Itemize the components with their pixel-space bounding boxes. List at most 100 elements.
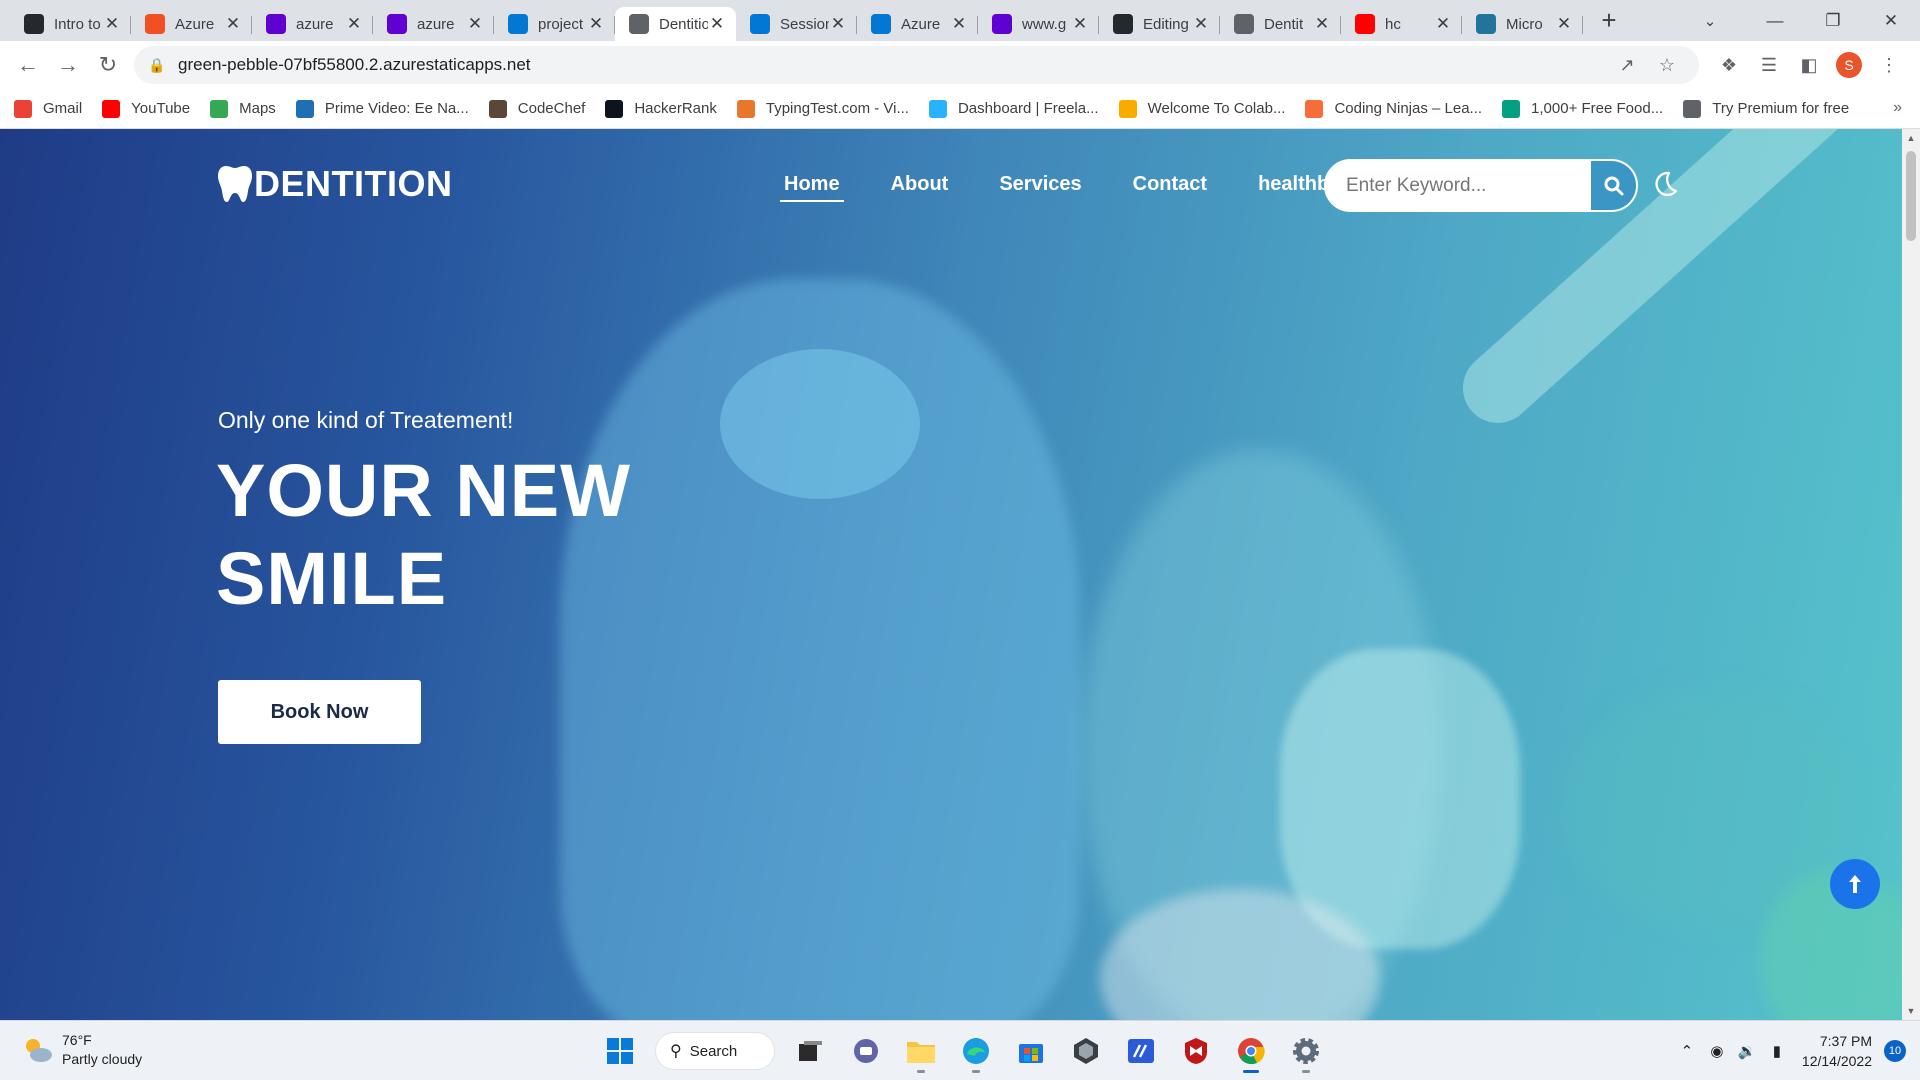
chrome-browser-icon[interactable]: [1227, 1029, 1275, 1073]
close-tab-icon[interactable]: ✕: [224, 14, 242, 34]
bookmark-item[interactable]: YouTube: [102, 99, 190, 118]
teams-chat-icon[interactable]: [842, 1029, 890, 1073]
reload-icon[interactable]: ↻: [88, 45, 128, 85]
task-view-icon[interactable]: [787, 1029, 835, 1073]
github-icon: [1113, 14, 1133, 34]
wifi-icon[interactable]: ◉: [1702, 1042, 1732, 1060]
gmail-icon: [14, 99, 32, 118]
chevron-up-icon[interactable]: ⌃: [1672, 1042, 1702, 1060]
microsoft-store-icon[interactable]: [1007, 1029, 1055, 1073]
close-tab-icon[interactable]: ✕: [1313, 14, 1331, 34]
browser-tab[interactable]: azure ✕: [373, 7, 494, 41]
site-logo[interactable]: DENTITION: [218, 163, 453, 205]
scroll-to-top-button[interactable]: [1830, 859, 1880, 909]
browser-tab[interactable]: Dentition✕: [615, 7, 736, 41]
edge-browser-icon[interactable]: [952, 1029, 1000, 1073]
nav-link-contact[interactable]: Contact: [1125, 169, 1215, 202]
unity-hub-icon[interactable]: [1062, 1029, 1110, 1073]
site-search-button[interactable]: [1591, 161, 1636, 210]
bookmark-item[interactable]: Maps: [210, 99, 276, 118]
forward-icon[interactable]: →: [48, 45, 88, 85]
minimize-icon[interactable]: —: [1746, 0, 1804, 41]
close-tab-icon[interactable]: ✕: [1071, 14, 1089, 34]
volume-icon[interactable]: 🔉: [1732, 1042, 1762, 1060]
windows-taskbar: 76°F Partly cloudy ⚲ Search ⌃ ◉ 🔉 ▮ 7:37…: [0, 1020, 1920, 1080]
side-panel-icon[interactable]: ◧: [1789, 45, 1829, 85]
maps-icon: [210, 99, 229, 118]
browser-tab[interactable]: www.g ✕: [978, 7, 1099, 41]
browser-menu-icon[interactable]: ⋮: [1869, 45, 1909, 85]
browser-tab[interactable]: project ✕: [494, 7, 615, 41]
bookmark-item[interactable]: CodeChef: [488, 99, 585, 118]
bookmark-item[interactable]: Try Premium for free: [1683, 99, 1849, 118]
bookmark-item[interactable]: Gmail: [14, 99, 82, 118]
search-icon: [1604, 176, 1623, 195]
weather-widget[interactable]: 76°F Partly cloudy: [22, 1031, 142, 1069]
browser-tab[interactable]: Editing ✕: [1099, 7, 1220, 41]
media-controls-icon[interactable]: ☰: [1749, 45, 1789, 85]
close-tab-icon[interactable]: ✕: [103, 14, 121, 34]
browser-tab[interactable]: Micro ✕: [1462, 7, 1583, 41]
close-tab-icon[interactable]: ✕: [829, 14, 847, 34]
back-icon[interactable]: ←: [8, 45, 48, 85]
browser-tab[interactable]: Dentit ✕: [1220, 7, 1341, 41]
share-icon[interactable]: ↗: [1607, 55, 1647, 76]
close-tab-icon[interactable]: ✕: [1434, 14, 1452, 34]
address-bar[interactable]: 🔒 green-pebble-07bf55800.2.azurestaticap…: [134, 46, 1699, 84]
url-text[interactable]: green-pebble-07bf55800.2.azurestaticapps…: [172, 55, 1607, 75]
bookmark-item[interactable]: Coding Ninjas – Lea...: [1305, 99, 1482, 118]
notification-badge[interactable]: 10: [1884, 1040, 1906, 1062]
bookmark-item[interactable]: Welcome To Colab...: [1118, 99, 1285, 118]
bookmark-label: Maps: [239, 100, 276, 117]
close-tab-icon[interactable]: ✕: [708, 14, 726, 34]
bookmark-item[interactable]: Prime Video: Ee Na...: [295, 99, 469, 118]
new-tab-icon[interactable]: +: [1591, 0, 1627, 41]
nav-link-home[interactable]: Home: [776, 169, 848, 202]
bookmark-label: TypingTest.com - Vi...: [765, 100, 909, 117]
settings-gear-icon[interactable]: [1282, 1029, 1330, 1073]
close-tab-icon[interactable]: ✕: [1555, 14, 1573, 34]
browser-tab[interactable]: Intro to ✕: [10, 7, 131, 41]
close-tab-icon[interactable]: ✕: [950, 14, 968, 34]
browser-tab[interactable]: hc ✕: [1341, 7, 1462, 41]
browser-tab[interactable]: Session ✕: [736, 7, 857, 41]
browser-tab[interactable]: Azure ✕: [857, 7, 978, 41]
profile-avatar[interactable]: S: [1829, 45, 1869, 85]
bookmark-item[interactable]: Dashboard | Freela...: [928, 99, 1099, 118]
file-explorer-icon[interactable]: [897, 1029, 945, 1073]
more-bookmarks-icon[interactable]: »: [1893, 99, 1902, 117]
battery-icon[interactable]: ▮: [1762, 1042, 1792, 1060]
bookmark-item[interactable]: 1,000+ Free Food...: [1502, 99, 1663, 118]
close-tab-icon[interactable]: ✕: [466, 14, 484, 34]
bookmark-item[interactable]: TypingTest.com - Vi...: [736, 99, 909, 118]
code-editor-icon[interactable]: [1117, 1029, 1165, 1073]
scrollbar-thumb[interactable]: [1906, 151, 1916, 241]
tab-title: Dentit: [1264, 15, 1304, 33]
mcafee-icon[interactable]: [1172, 1029, 1220, 1073]
site-logo-text: DENTITION: [254, 163, 453, 204]
tab-search-icon[interactable]: ⌄: [1690, 0, 1730, 41]
browser-tab[interactable]: azure ✕: [252, 7, 373, 41]
dark-mode-toggle[interactable]: [1648, 167, 1682, 201]
close-tab-icon[interactable]: ✕: [587, 14, 605, 34]
book-now-button[interactable]: Book Now: [218, 680, 421, 744]
site-search-input[interactable]: [1326, 161, 1591, 210]
bookmark-star-icon[interactable]: ☆: [1647, 55, 1687, 76]
lock-icon[interactable]: 🔒: [148, 57, 172, 74]
clock[interactable]: 7:37 PM 12/14/2022: [1802, 1031, 1872, 1071]
nav-link-services[interactable]: Services: [991, 169, 1089, 202]
taskbar-search-label: Search: [689, 1042, 738, 1060]
close-tab-icon[interactable]: ✕: [345, 14, 363, 34]
extensions-icon[interactable]: ❖: [1709, 45, 1749, 85]
nav-link-about[interactable]: About: [883, 169, 957, 202]
scroll-up-arrow-icon[interactable]: ▲: [1902, 133, 1920, 143]
scroll-down-arrow-icon[interactable]: ▼: [1902, 1006, 1920, 1016]
start-button[interactable]: [596, 1029, 644, 1073]
page-scrollbar[interactable]: ▲ ▼: [1902, 129, 1920, 1020]
taskbar-search[interactable]: ⚲ Search: [655, 1032, 775, 1070]
browser-tab[interactable]: Azure ✕: [131, 7, 252, 41]
restore-icon[interactable]: ❐: [1804, 0, 1862, 41]
bookmark-item[interactable]: HackerRank: [605, 99, 717, 118]
close-tab-icon[interactable]: ✕: [1192, 14, 1210, 34]
close-window-icon[interactable]: ✕: [1862, 0, 1920, 41]
